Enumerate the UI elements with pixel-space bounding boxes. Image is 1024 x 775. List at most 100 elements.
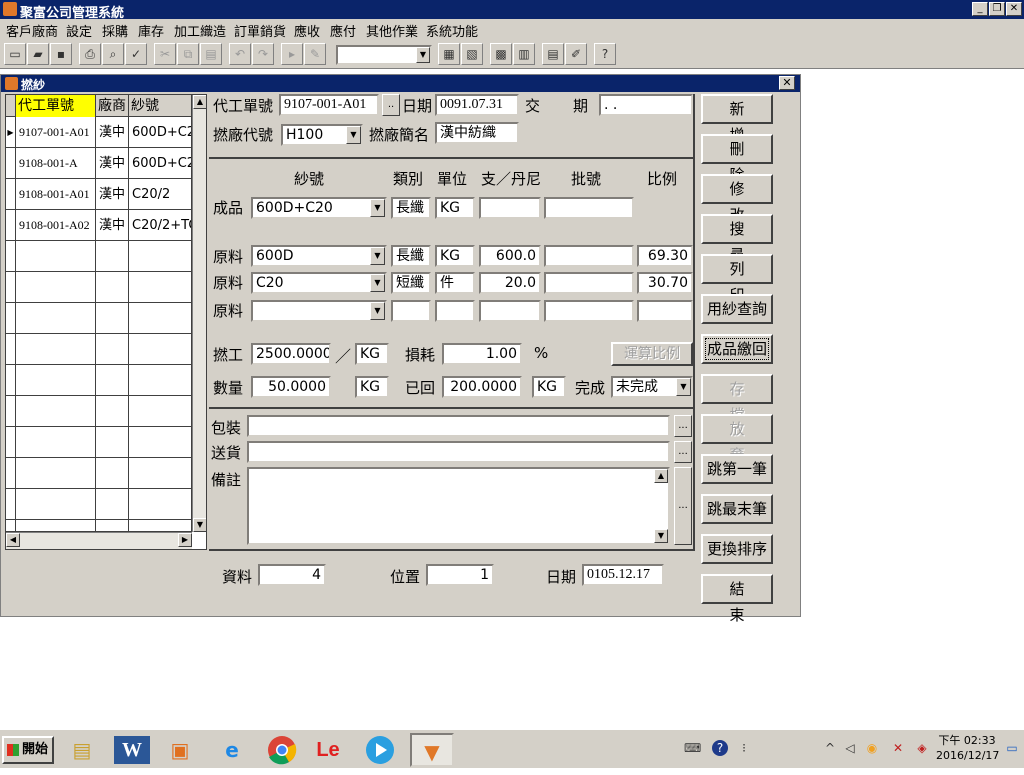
- material-batch-field[interactable]: [544, 272, 634, 294]
- menu-inventory[interactable]: 庫存: [138, 21, 164, 40]
- print-preview-icon[interactable]: ⌕: [102, 43, 124, 65]
- chevron-down-icon[interactable]: ▼: [370, 302, 385, 320]
- redo-icon[interactable]: ↷: [252, 43, 274, 65]
- save-button[interactable]: 存檔: [701, 374, 773, 424]
- material-unit-field[interactable]: KG: [435, 245, 475, 267]
- chart-icon[interactable]: ▥: [513, 43, 535, 65]
- menu-settings[interactable]: 設定: [66, 21, 92, 40]
- edit-table-icon[interactable]: ✐: [565, 43, 587, 65]
- print-button[interactable]: 列印: [701, 254, 773, 304]
- le-icon[interactable]: Le: [310, 733, 346, 767]
- material-ratio-field[interactable]: 69.30: [637, 245, 693, 267]
- chevron-up-icon[interactable]: ^: [822, 740, 838, 756]
- toolbar-combo[interactable]: ▼: [336, 45, 432, 65]
- grid-vertical-scrollbar[interactable]: ▲ ▼: [192, 95, 206, 532]
- ie-icon[interactable]: e: [214, 733, 250, 767]
- paste-icon[interactable]: ▤: [200, 43, 222, 65]
- header-yarn[interactable]: 紗號: [129, 95, 192, 117]
- delete-button[interactable]: 刪除: [701, 134, 773, 184]
- material-yarn-select[interactable]: C20 ▼: [251, 272, 387, 294]
- new-file-icon[interactable]: ▭: [4, 43, 26, 65]
- material-type-field[interactable]: 短纖: [391, 272, 431, 294]
- scroll-right-icon[interactable]: ▶: [178, 533, 192, 547]
- factory-name-field[interactable]: 漢中紡織: [435, 122, 519, 144]
- packing-more-button[interactable]: ...: [674, 415, 692, 437]
- avast-icon[interactable]: ◉: [864, 740, 880, 756]
- table-row[interactable]: 9108-001-A01 漢中 C20/2: [6, 179, 192, 210]
- material-type-field[interactable]: 長纖: [391, 245, 431, 267]
- yarn-query-button[interactable]: 用紗查詢: [701, 294, 773, 324]
- undo-icon[interactable]: ↶: [229, 43, 251, 65]
- close-window-button[interactable]: ✕: [779, 76, 795, 90]
- table-row[interactable]: 9108-001-A02 漢中 C20/2+TC: [6, 210, 192, 241]
- qty-unit-field[interactable]: KG: [355, 376, 389, 398]
- returned-unit-field[interactable]: KG: [532, 376, 566, 398]
- help-icon[interactable]: ?: [594, 43, 616, 65]
- order-no-field[interactable]: 9107-001-A01: [279, 94, 379, 116]
- chevron-down-icon[interactable]: ▼: [416, 47, 430, 63]
- material-yarn-select[interactable]: 600D ▼: [251, 245, 387, 267]
- material-yarn-select[interactable]: ▼: [251, 300, 387, 322]
- notes-textarea[interactable]: ▲ ▼: [247, 467, 670, 545]
- material-ratio-field[interactable]: 30.70: [637, 272, 693, 294]
- product-unit-field[interactable]: KG: [435, 197, 475, 219]
- print-icon[interactable]: ⎙: [79, 43, 101, 65]
- modify-button[interactable]: 修改: [701, 174, 773, 224]
- copy-icon[interactable]: ⧉: [177, 43, 199, 65]
- word-icon[interactable]: W: [114, 736, 150, 764]
- report-icon[interactable]: ▧: [461, 43, 483, 65]
- tray-settings-icon[interactable]: ⁝: [736, 740, 752, 756]
- loss-field[interactable]: 1.00: [442, 343, 522, 365]
- menu-payable[interactable]: 應付: [330, 21, 356, 40]
- chevron-down-icon[interactable]: ▼: [370, 199, 385, 217]
- first-record-button[interactable]: 跳第一筆: [701, 454, 773, 484]
- menu-processing[interactable]: 加工織造: [174, 21, 226, 40]
- done-status-select[interactable]: 未完成 ▼: [611, 376, 693, 398]
- keyboard-icon[interactable]: ⌨: [684, 740, 701, 756]
- scroll-up-icon[interactable]: ▲: [654, 469, 668, 483]
- menu-orders[interactable]: 訂單銷貨: [234, 21, 286, 40]
- exit-button[interactable]: 結束: [701, 574, 773, 624]
- last-record-button[interactable]: 跳最末筆: [701, 494, 773, 524]
- material-unit-field[interactable]: 件: [435, 272, 475, 294]
- chevron-down-icon[interactable]: ▼: [676, 378, 691, 396]
- security-icon[interactable]: ◈: [914, 740, 930, 756]
- volume-icon[interactable]: ◁: [842, 740, 858, 756]
- save-disk-icon[interactable]: ▪: [50, 43, 72, 65]
- menu-customers[interactable]: 客戶廠商: [6, 21, 58, 40]
- spell-check-icon[interactable]: ✓: [125, 43, 147, 65]
- chevron-down-icon[interactable]: ▼: [346, 126, 361, 144]
- material-unit-field[interactable]: [435, 300, 475, 322]
- menu-other[interactable]: 其他作業: [366, 21, 418, 40]
- menu-receivable[interactable]: 應收: [294, 21, 320, 40]
- minimize-button[interactable]: _: [972, 2, 988, 16]
- returned-field[interactable]: 200.0000: [442, 376, 522, 398]
- chevron-down-icon[interactable]: ▼: [370, 274, 385, 292]
- help-circle-icon[interactable]: ?: [712, 740, 728, 756]
- shipping-field[interactable]: [247, 441, 670, 463]
- menu-system[interactable]: 系統功能: [426, 21, 478, 40]
- factory-code-select[interactable]: H100 ▼: [281, 124, 363, 146]
- twist-price-field[interactable]: 2500.0000: [251, 343, 331, 365]
- network-icon[interactable]: ✕: [890, 740, 906, 756]
- product-return-button[interactable]: 成品繳回: [701, 334, 773, 364]
- material-type-field[interactable]: [391, 300, 431, 322]
- material-batch-field[interactable]: [544, 300, 634, 322]
- clock[interactable]: 下午 02:33 2016/12/17: [936, 733, 999, 763]
- product-count-field[interactable]: [479, 197, 541, 219]
- search-button[interactable]: 搜尋: [701, 214, 773, 264]
- scroll-left-icon[interactable]: ◀: [6, 533, 20, 547]
- add-button[interactable]: 新增: [701, 94, 773, 144]
- lookup-button[interactable]: ..: [382, 94, 400, 116]
- table-row[interactable]: ▶ 9107-001-A01 漢中 600D+C20: [6, 117, 192, 148]
- material-count-field[interactable]: [479, 300, 541, 322]
- player-icon[interactable]: [362, 733, 398, 767]
- grid-view-icon[interactable]: ▩: [490, 43, 512, 65]
- twist-unit-field[interactable]: KG: [355, 343, 389, 365]
- product-yarn-select[interactable]: 600D+C20 ▼: [251, 197, 387, 219]
- menu-purchase[interactable]: 採購: [102, 21, 128, 40]
- show-desktop-icon[interactable]: ▭: [1004, 740, 1020, 756]
- run-icon[interactable]: ▸: [281, 43, 303, 65]
- start-button[interactable]: 開始: [2, 736, 54, 764]
- calc-ratio-button[interactable]: 運算比例: [611, 342, 693, 366]
